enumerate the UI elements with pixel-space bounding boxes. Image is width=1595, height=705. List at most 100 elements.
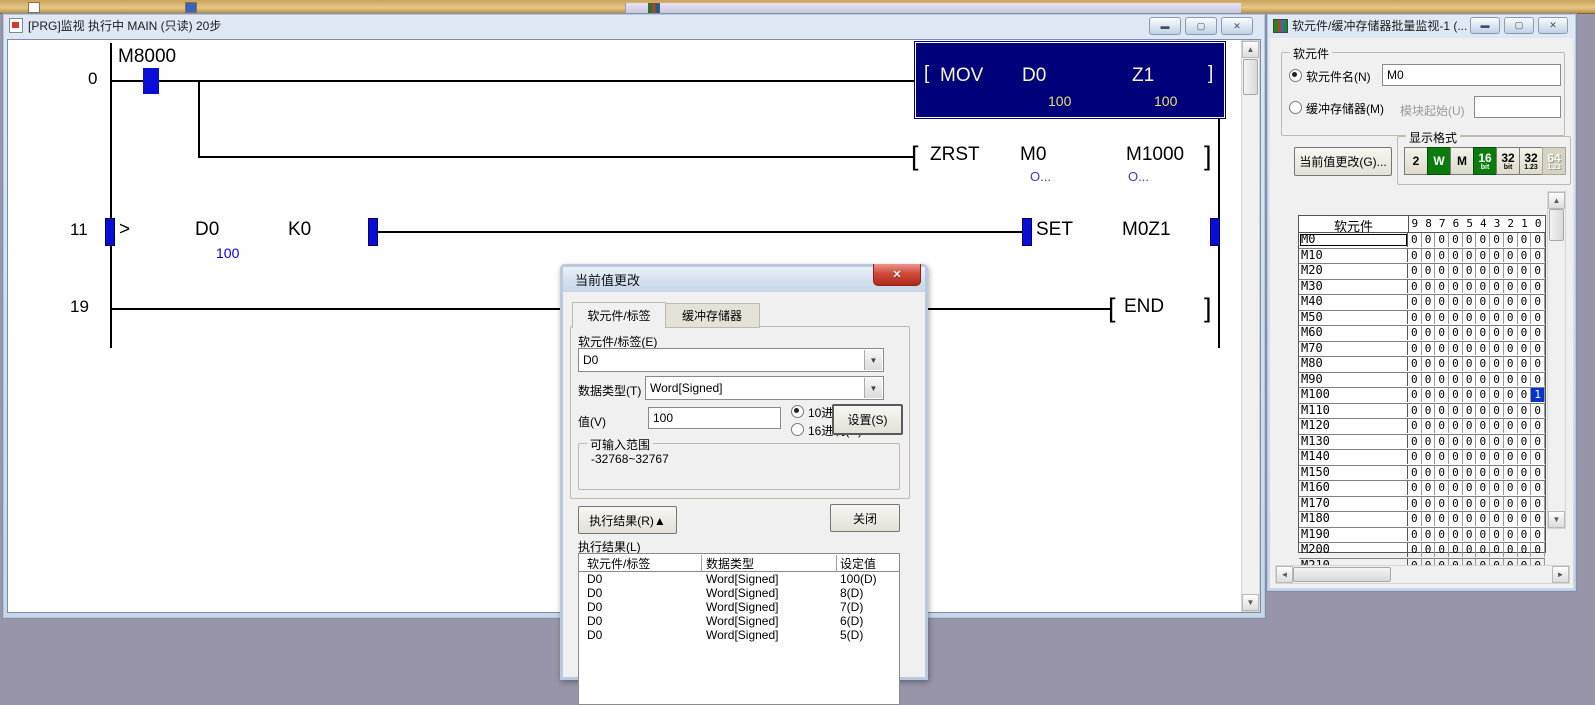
monitor-bit-cell[interactable]: 0 xyxy=(1408,419,1422,433)
monitor-bit-cell[interactable]: 0 xyxy=(1408,233,1422,247)
scroll-thumb[interactable] xyxy=(1243,59,1258,95)
end-op[interactable]: END xyxy=(1124,296,1164,318)
monitor-bit-cell[interactable]: 0 xyxy=(1422,264,1436,278)
monitor-bit-cell[interactable]: 0 xyxy=(1435,404,1449,418)
monitor-bit-cell[interactable]: 0 xyxy=(1490,512,1504,526)
monitor-bit-cell[interactable]: 0 xyxy=(1422,435,1436,449)
monitor-bit-cell[interactable]: 0 xyxy=(1504,233,1518,247)
monitor-bit-cell[interactable]: 0 xyxy=(1531,466,1545,480)
monitor-bit-cell[interactable]: 0 xyxy=(1504,450,1518,464)
monitor-device-cell[interactable]: M190 xyxy=(1299,528,1408,542)
monitor-bit-cell[interactable]: 0 xyxy=(1477,342,1491,356)
minimize-icon[interactable]: ▬ xyxy=(1149,17,1181,35)
monitor-bit-cell[interactable]: 0 xyxy=(1449,280,1463,294)
monitor-bit-cell[interactable]: 0 xyxy=(1504,388,1518,402)
monitor-bit-cell[interactable]: 0 xyxy=(1408,528,1422,542)
monitor-bit-cell[interactable]: 0 xyxy=(1463,466,1477,480)
monitor-bit-cell[interactable]: 0 xyxy=(1435,388,1449,402)
monitor-bit-cell[interactable]: 0 xyxy=(1531,497,1545,511)
format-button-32123[interactable]: 321.23 xyxy=(1519,147,1543,175)
scroll-up-icon[interactable]: ▲ xyxy=(1242,41,1259,58)
monitor-bit-cell[interactable]: 0 xyxy=(1518,326,1532,340)
format-button-m[interactable]: M xyxy=(1450,147,1474,175)
monitor-bit-cell[interactable]: 0 xyxy=(1531,404,1545,418)
current-value-change-button[interactable]: 当前值更改(G)... xyxy=(1294,147,1392,176)
set-close-bracket-on[interactable] xyxy=(1210,218,1220,246)
monitor-bit-cell[interactable]: 0 xyxy=(1518,481,1532,495)
monitor-bit-cell[interactable]: 0 xyxy=(1463,249,1477,263)
monitor-device-cell[interactable]: M80 xyxy=(1299,357,1408,371)
monitor-bit-cell[interactable]: 0 xyxy=(1463,357,1477,371)
monitor-bit-cell[interactable]: 0 xyxy=(1477,280,1491,294)
scroll-right-icon[interactable]: ► xyxy=(1552,566,1569,583)
monitor-bit-cell[interactable]: 0 xyxy=(1531,450,1545,464)
monitor-bit-cell[interactable]: 0 xyxy=(1408,280,1422,294)
monitor-bit-cell[interactable]: 0 xyxy=(1435,249,1449,263)
monitor-bit-cell[interactable]: 0 xyxy=(1463,233,1477,247)
monitor-bit-cell[interactable]: 0 xyxy=(1463,280,1477,294)
monitor-device-cell[interactable]: M70 xyxy=(1299,342,1408,356)
monitor-bit-cell[interactable]: 0 xyxy=(1449,466,1463,480)
execution-result-toggle-button[interactable]: 执行结果(R)▲ xyxy=(578,506,677,534)
chevron-down-icon[interactable]: ▼ xyxy=(864,378,882,398)
monitor-bit-cell[interactable]: 0 xyxy=(1449,543,1463,557)
buffer-memory-radio[interactable] xyxy=(1289,101,1302,114)
monitor-bit-cell[interactable]: 0 xyxy=(1504,357,1518,371)
toolbar-doc-icon[interactable] xyxy=(28,2,40,13)
monitor-bit-cell[interactable]: 0 xyxy=(1463,419,1477,433)
set-open-bracket-on[interactable] xyxy=(1022,218,1032,246)
monitor-bit-cell[interactable]: 0 xyxy=(1518,528,1532,542)
monitor-bit-cell[interactable]: 0 xyxy=(1408,404,1422,418)
monitor-bit-cell[interactable]: 0 xyxy=(1449,404,1463,418)
monitor-bit-cell[interactable]: 0 xyxy=(1422,543,1436,557)
execution-result-row[interactable]: D0Word[Signed]6(D) xyxy=(579,614,899,628)
monitor-bit-cell[interactable]: 0 xyxy=(1463,388,1477,402)
buffer-memory-radio-label[interactable]: 缓冲存储器(M) xyxy=(1306,100,1384,117)
monitor-bit-cell[interactable]: 0 xyxy=(1463,404,1477,418)
scroll-thumb[interactable] xyxy=(1549,209,1564,241)
monitor-bit-cell[interactable]: 0 xyxy=(1504,311,1518,325)
monitor-bit-cell[interactable]: 0 xyxy=(1463,435,1477,449)
monitor-bit-cell[interactable]: 0 xyxy=(1504,512,1518,526)
monitor-bit-cell[interactable]: 0 xyxy=(1531,295,1545,309)
monitor-device-cell[interactable]: M120 xyxy=(1299,419,1408,433)
monitor-bit-cell[interactable]: 0 xyxy=(1463,264,1477,278)
monitor-bit-cell[interactable]: 0 xyxy=(1531,264,1545,278)
monitor-bit-cell[interactable]: 0 xyxy=(1408,497,1422,511)
monitor-device-cell[interactable]: M90 xyxy=(1299,373,1408,387)
monitor-bit-cell[interactable]: 0 xyxy=(1531,326,1545,340)
monitor-device-cell[interactable]: M100 xyxy=(1299,388,1408,402)
monitor-bit-cell[interactable]: 0 xyxy=(1422,280,1436,294)
contact-m8000-on[interactable] xyxy=(143,68,159,94)
scroll-left-icon[interactable]: ◄ xyxy=(1276,566,1293,583)
monitor-device-cell[interactable]: M130 xyxy=(1299,435,1408,449)
monitor-bit-cell[interactable]: 0 xyxy=(1490,249,1504,263)
monitor-bit-cell[interactable]: 0 xyxy=(1477,311,1491,325)
monitor-bit-cell[interactable]: 0 xyxy=(1477,435,1491,449)
monitor-bit-cell[interactable]: 0 xyxy=(1477,512,1491,526)
monitor-bit-cell[interactable]: 0 xyxy=(1477,528,1491,542)
scroll-down-icon[interactable]: ▼ xyxy=(1242,594,1259,611)
monitor-bit-cell[interactable]: 0 xyxy=(1477,373,1491,387)
monitor-bit-cell[interactable]: 0 xyxy=(1435,481,1449,495)
execution-result-row[interactable]: D0Word[Signed]7(D) xyxy=(579,600,899,614)
monitor-bit-cell[interactable]: 0 xyxy=(1531,373,1545,387)
datatype-combobox[interactable]: Word[Signed] ▼ xyxy=(645,376,884,400)
monitor-device-cell[interactable]: M200 xyxy=(1299,543,1408,557)
ladder-vscrollbar[interactable]: ▲ ▼ xyxy=(1241,40,1260,612)
monitor-bit-cell[interactable]: 0 xyxy=(1449,342,1463,356)
monitor-bit-cell[interactable]: 0 xyxy=(1490,295,1504,309)
monitor-bit-cell[interactable]: 0 xyxy=(1435,543,1449,557)
compare-open-bracket-on[interactable] xyxy=(105,218,115,246)
monitor-bit-cell[interactable]: 0 xyxy=(1435,326,1449,340)
monitor-bit-cell[interactable]: 0 xyxy=(1531,357,1545,371)
module-start-input[interactable] xyxy=(1474,96,1561,118)
monitor-device-cell[interactable]: M0 xyxy=(1299,233,1408,247)
monitor-bit-cell[interactable]: 0 xyxy=(1408,342,1422,356)
monitor-device-cell[interactable]: M180 xyxy=(1299,512,1408,526)
scroll-down-icon[interactable]: ▼ xyxy=(1548,511,1565,528)
monitor-bit-cell[interactable]: 1 xyxy=(1531,388,1545,402)
monitor-bit-cell[interactable]: 0 xyxy=(1518,419,1532,433)
monitor-titlebar[interactable]: 软元件/缓冲存储器批量监视-1 (... ▬ ▢ ✕ xyxy=(1267,14,1576,37)
monitor-bit-cell[interactable]: 0 xyxy=(1408,543,1422,557)
